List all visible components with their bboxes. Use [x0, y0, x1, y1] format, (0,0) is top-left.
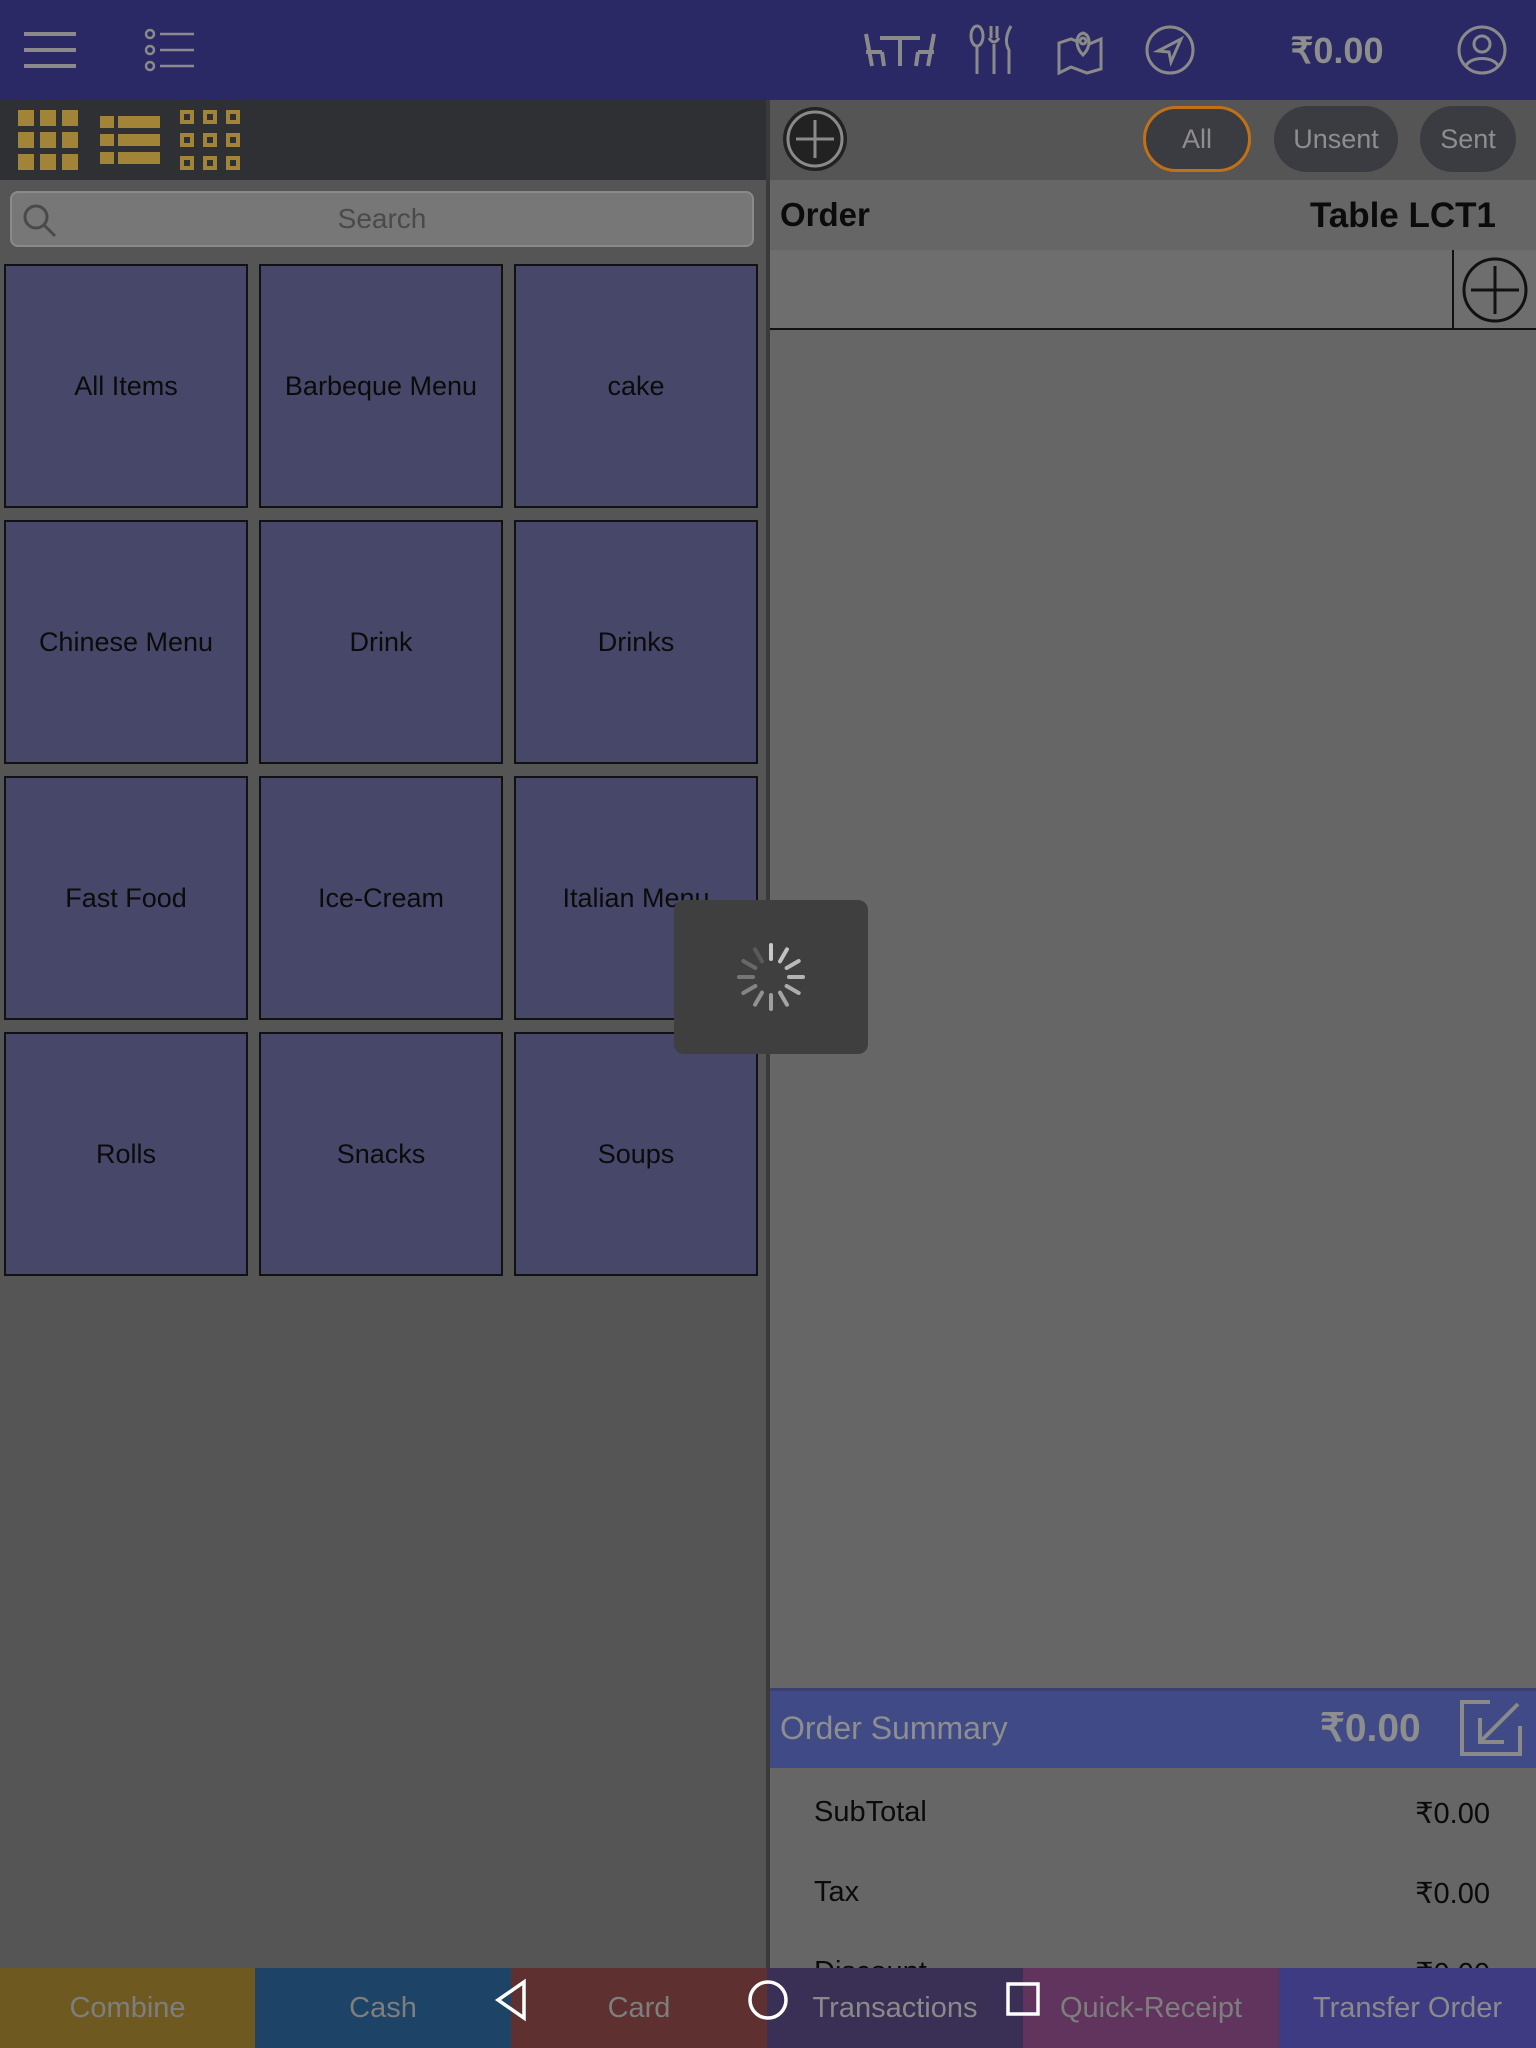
- summary-row-subtotal: SubTotal ₹0.00: [814, 1796, 1490, 1831]
- search-input[interactable]: Search: [10, 191, 754, 247]
- small-grid-icon[interactable]: [178, 108, 242, 172]
- add-guest-icon[interactable]: [1452, 250, 1536, 330]
- search-placeholder: Search: [337, 203, 427, 234]
- subtotal-label: SubTotal: [814, 1796, 927, 1828]
- subtotal-value: ₹0.00: [1415, 1798, 1490, 1830]
- tax-value: ₹0.00: [1415, 1878, 1490, 1910]
- category-tile-all-items[interactable]: All Items: [4, 264, 248, 508]
- order-title: Order: [780, 196, 870, 233]
- loading-dialog: [674, 900, 868, 1054]
- transactions-button[interactable]: Transactions: [767, 1968, 1023, 2048]
- top-total-amount: ₹0.00: [1290, 30, 1384, 71]
- category-tile-cake[interactable]: cake: [514, 264, 758, 508]
- quick-receipt-button[interactable]: Quick-Receipt: [1023, 1968, 1279, 2048]
- map-pin-icon[interactable]: [1050, 20, 1110, 80]
- transfer-order-button[interactable]: Transfer Order: [1279, 1968, 1536, 2048]
- order-summary-amount: ₹0.00: [1320, 1707, 1421, 1750]
- category-tile-snacks[interactable]: Snacks: [259, 1032, 503, 1276]
- category-tile-drinks[interactable]: Drinks: [514, 520, 758, 764]
- tax-label: Tax: [814, 1876, 860, 1908]
- category-tile-soups[interactable]: Soups: [514, 1032, 758, 1276]
- table-label: Table LCT1: [1309, 196, 1496, 235]
- category-tile-ice-cream[interactable]: Ice-Cream: [259, 776, 503, 1020]
- filter-sent-button[interactable]: Sent: [1420, 106, 1516, 172]
- filter-unsent-button[interactable]: Unsent: [1274, 106, 1398, 172]
- category-tile-barbeque-menu[interactable]: Barbeque Menu: [259, 264, 503, 508]
- combine-button[interactable]: Combine: [0, 1968, 255, 2048]
- order-guest-row: [770, 250, 1536, 330]
- category-tile-drink[interactable]: Drink: [259, 520, 503, 764]
- category-tile-chinese-menu[interactable]: Chinese Menu: [4, 520, 248, 764]
- list-view-icon[interactable]: [98, 108, 162, 172]
- filter-all-button[interactable]: All: [1143, 106, 1251, 172]
- order-summary-title: Order Summary: [780, 1710, 1008, 1746]
- user-icon[interactable]: [1452, 20, 1512, 80]
- home-icon[interactable]: [744, 1976, 792, 2024]
- category-tile-fast-food[interactable]: Fast Food: [4, 776, 248, 1020]
- recents-icon[interactable]: [1000, 1976, 1048, 2024]
- list-icon[interactable]: [140, 20, 200, 80]
- large-grid-icon[interactable]: [16, 108, 80, 172]
- navigation-icon[interactable]: [1140, 20, 1200, 80]
- card-button[interactable]: Card: [511, 1968, 767, 2048]
- collapse-summary-icon[interactable]: [1460, 1700, 1522, 1756]
- menu-icon[interactable]: [20, 20, 80, 80]
- add-order-icon[interactable]: [782, 106, 848, 177]
- loading-spinner-icon: [737, 943, 805, 1011]
- cash-button[interactable]: Cash: [255, 1968, 511, 2048]
- fork-knife-icon[interactable]: [962, 20, 1022, 80]
- table-icon[interactable]: [862, 20, 938, 80]
- back-icon[interactable]: [490, 1976, 538, 2024]
- category-tile-rolls[interactable]: Rolls: [4, 1032, 248, 1276]
- summary-row-tax: Tax ₹0.00: [814, 1876, 1490, 1911]
